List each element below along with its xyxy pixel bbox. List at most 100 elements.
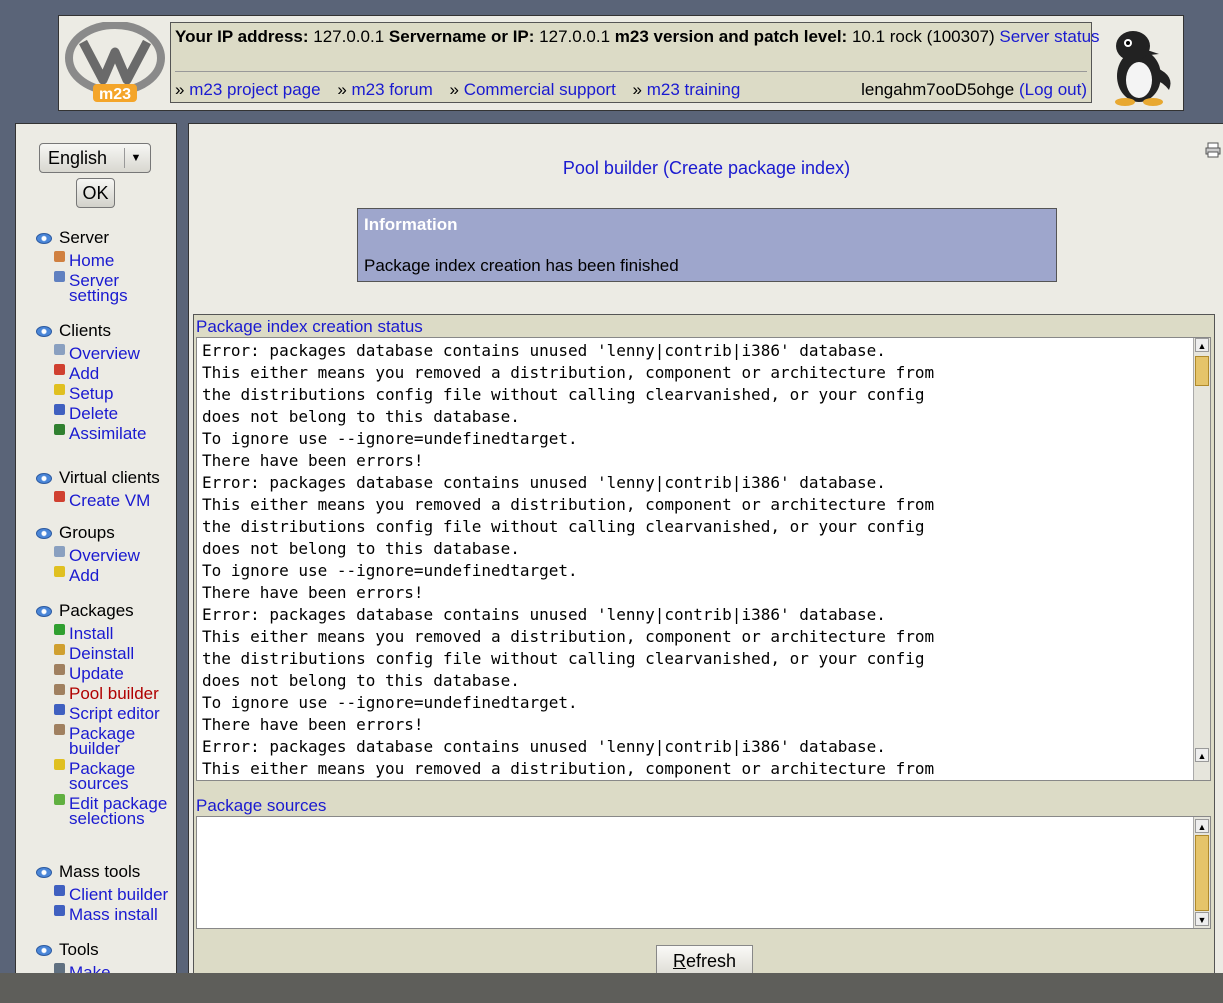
nav-group-label: Packages [59, 601, 134, 620]
sidebar-item-update[interactable]: Update [52, 663, 176, 683]
link-prefix: » [337, 80, 347, 99]
scroll-thumb[interactable] [1195, 356, 1209, 386]
language-ok-button[interactable]: OK [76, 178, 115, 208]
scroll-down-icon[interactable]: ▼ [1195, 912, 1209, 926]
sidebar-item-create-vm[interactable]: Create VM [52, 490, 151, 510]
sidebar-item-server-settings[interactable]: Server settings [52, 270, 176, 305]
refresh-accesskey: R [672, 951, 686, 971]
sidebar-item-home[interactable]: Home [52, 250, 176, 270]
nav-bullet-icon [36, 233, 52, 244]
nav-bullet-icon [36, 528, 52, 539]
link-prefix: » [175, 80, 185, 99]
language-value: English [48, 148, 108, 168]
dropdown-arrow-icon: ▼ [124, 148, 147, 168]
scroll-up-icon[interactable]: ▲ [1195, 338, 1209, 352]
status-section-title: Package index creation status [196, 317, 423, 336]
setup-icon [54, 384, 65, 395]
sidebar-item-overview[interactable]: Overview [52, 545, 140, 564]
sidebar-item-edit-package-selections[interactable]: Edit package selections [52, 793, 176, 827]
training-link[interactable]: m23 training [647, 80, 741, 99]
forum-link[interactable]: m23 forum [352, 80, 433, 99]
sidebar-item-script-editor[interactable]: Script editor [52, 703, 176, 722]
sidebar-item-assimilate[interactable]: Assimilate [52, 423, 147, 443]
sidebar-item-label: Install [69, 624, 114, 643]
nav-group-header: Tools [36, 940, 111, 960]
information-title: Information [364, 215, 458, 234]
nav-bullet-icon [36, 867, 52, 878]
selections-icon [54, 794, 65, 805]
sidebar-item-pool-builder[interactable]: Pool builder [52, 683, 176, 703]
nav-group-header: Clients [36, 321, 146, 341]
update-icon [54, 664, 65, 675]
sidebar-item-package-sources[interactable]: Package sources [52, 758, 176, 792]
sidebar-item-add[interactable]: Add [52, 565, 140, 584]
sidebar-item-setup[interactable]: Setup [52, 383, 146, 403]
sidebar-item-label: Setup [69, 384, 114, 403]
sources-scrollbar[interactable]: ▲ ▼ [1193, 817, 1210, 928]
nav-group-label: Tools [59, 940, 99, 959]
pool-icon [54, 684, 65, 695]
sidebar-item-install[interactable]: Install [52, 623, 176, 643]
sidebar-item-deinstall[interactable]: Deinstall [52, 643, 176, 663]
sidebar-item-label: Update [69, 664, 124, 683]
sidebar-item-label: Mass install [69, 905, 158, 924]
language-select[interactable]: English ▼ [39, 143, 151, 173]
sidebar-item-client-builder[interactable]: Client builder [52, 884, 168, 903]
tux-mascot-icon [1115, 31, 1171, 106]
refresh-label: efresh [685, 951, 737, 971]
page-title: Pool builder (Create package index) [562, 158, 851, 178]
sidebar-item-add[interactable]: Add [52, 363, 146, 382]
magnifier-icon [54, 546, 65, 557]
scroll-up-icon[interactable]: ▲ [1195, 819, 1209, 833]
sidebar-item-label: Deinstall [69, 644, 135, 663]
server-info-row: Your IP address: 127.0.0.1 Servername or… [175, 27, 1100, 47]
nav-group-clients: Clients Overview Add Setup Delete Assimilate [36, 321, 147, 443]
client-builder-icon [54, 885, 65, 896]
scroll-thumb[interactable] [1195, 835, 1209, 911]
nav-group-mass-tools: Mass tools Client builder Mass install [36, 862, 168, 924]
sidebar-item-label: Create VM [69, 491, 151, 510]
status-frame: Package index creation status Error: pac… [193, 314, 1215, 984]
sidebar-item-label: Overview [69, 344, 140, 363]
sidebar-item-label: Pool builder [69, 684, 159, 703]
logo-text: m23 [99, 86, 131, 103]
project-page-link[interactable]: m23 project page [189, 80, 320, 99]
sidebar-item-label: Package builder [69, 724, 136, 758]
servername-value: 127.0.0.1 [539, 27, 611, 46]
username: lengahm7ooD5ohge [861, 80, 1015, 99]
sidebar-item-label: Home [69, 251, 115, 270]
sidebar-item-overview[interactable]: Overview [52, 343, 146, 363]
sidebar-item-mass-install[interactable]: Mass install [52, 904, 168, 924]
commercial-support-link[interactable]: Commercial support [464, 80, 616, 99]
header-bar: m23 Your IP address: 127.0.0.1 Servernam… [58, 15, 1184, 111]
server-status-link[interactable]: Server status [999, 27, 1099, 46]
server-info-box: Your IP address: 127.0.0.1 Servername or… [170, 22, 1100, 103]
scroll-up-icon[interactable]: ▲ [1195, 748, 1209, 762]
user-info: lengahm7ooD5ohge (Log out) [861, 80, 1087, 100]
link-prefix: » [632, 80, 643, 99]
mass-install-icon [54, 905, 65, 916]
add-client-icon [54, 364, 65, 375]
project-links: » m23 project page » m23 forum » Commerc… [175, 80, 752, 100]
sources-icon [54, 759, 65, 770]
nav-group-header: Groups [36, 523, 140, 543]
sidebar-item-delete[interactable]: Delete [52, 403, 146, 422]
logout-link[interactable]: (Log out) [1019, 80, 1087, 99]
deinstall-icon [54, 644, 65, 655]
package-icon [54, 724, 65, 735]
nav-group-label: Virtual clients [59, 468, 160, 487]
status-log-textarea[interactable]: Error: packages database contains unused… [196, 337, 1211, 781]
print-icon[interactable] [1205, 142, 1221, 158]
log-scrollbar[interactable]: ▲ ▲ [1193, 338, 1210, 780]
sidebar-item-label: Assimilate [69, 424, 147, 443]
nav-group-packages: Packages Install Deinstall Update Pool build… [36, 601, 176, 827]
information-message: Package index creation has been finished [364, 256, 679, 275]
sidebar-item-label: Server settings [69, 271, 128, 305]
version-label: m23 version and patch level: [614, 27, 848, 46]
information-panel: Information Package index creation has b… [357, 208, 1057, 282]
magnifier-icon [54, 344, 65, 355]
sidebar-item-package-builder[interactable]: Package builder [52, 723, 176, 758]
script-icon [54, 704, 65, 715]
home-icon [54, 251, 65, 262]
package-sources-textarea[interactable]: ▲ ▼ [196, 816, 1211, 929]
